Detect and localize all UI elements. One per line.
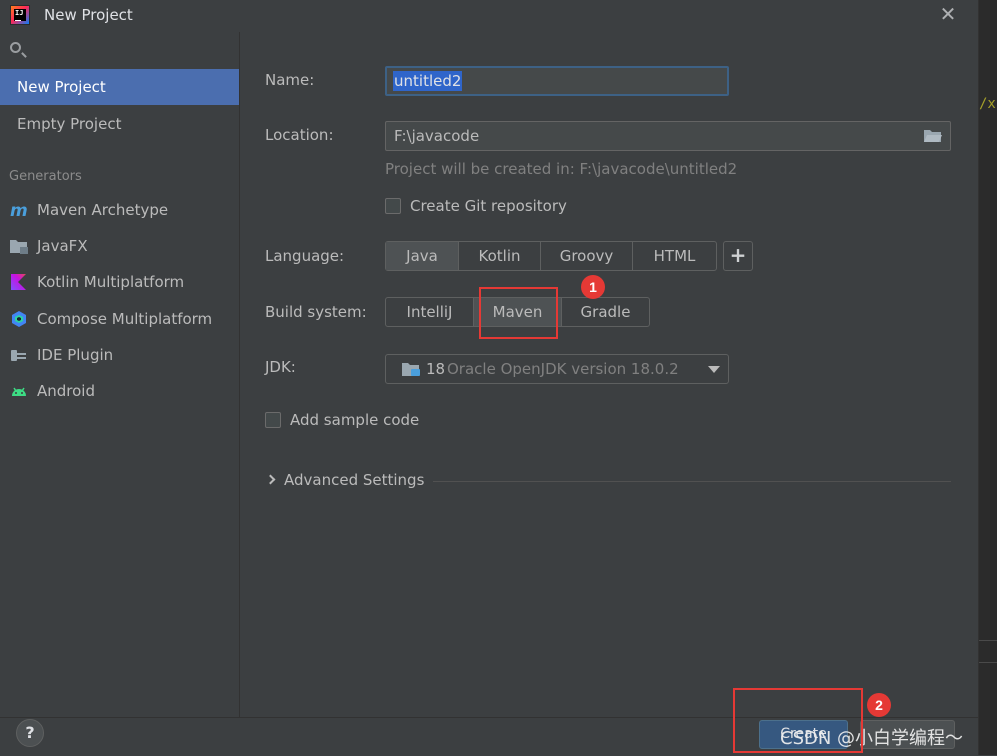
language-option-groovy[interactable]: Groovy	[541, 242, 633, 270]
language-selector: Java Kotlin Groovy HTML	[385, 241, 717, 271]
android-icon	[12, 387, 26, 396]
annotation-badge-1: 1	[581, 275, 605, 299]
divider	[433, 481, 951, 482]
javafx-folder-icon	[10, 240, 28, 254]
sidebar-item-label: JavaFX	[37, 237, 88, 255]
sidebar-item-ide-plugin[interactable]: IDE Plugin	[0, 337, 239, 373]
location-field[interactable]: F:\javacode	[385, 121, 951, 151]
add-language-button[interactable]: +	[723, 241, 753, 271]
title-bar	[0, 0, 978, 32]
name-label: Name:	[265, 71, 315, 89]
help-button[interactable]: ?	[16, 719, 44, 747]
build-option-intellij[interactable]: IntelliJ	[386, 298, 474, 326]
location-hint: Project will be created in: F:\javacode\…	[385, 160, 738, 178]
annotation-badge-2: 2	[867, 693, 891, 717]
sidebar-item-label: Empty Project	[17, 115, 122, 133]
sidebar-item-label: Compose Multiplatform	[37, 310, 213, 328]
sidebar-item-android[interactable]: Android	[0, 373, 239, 409]
language-option-html[interactable]: HTML	[633, 242, 716, 270]
jdk-label: JDK:	[265, 358, 296, 376]
svg-text:m: m	[10, 202, 28, 218]
maven-icon: m	[10, 202, 28, 218]
kotlin-icon	[11, 274, 26, 290]
location-label: Location:	[265, 126, 334, 144]
sidebar-item-label: New Project	[17, 78, 106, 96]
language-label: Language:	[265, 247, 345, 265]
editor-code-fragment: /xs	[979, 96, 997, 112]
close-icon[interactable]: ✕	[938, 2, 958, 26]
sidebar-item-compose-multiplatform[interactable]: Compose Multiplatform	[0, 301, 239, 337]
git-checkbox[interactable]	[385, 198, 401, 214]
sidebar-item-maven-archetype[interactable]: m Maven Archetype	[0, 192, 239, 228]
name-value: untitled2	[393, 71, 463, 91]
generators-header: Generators	[9, 169, 82, 184]
folder-browse-icon[interactable]	[924, 129, 942, 143]
intellij-logo-icon: IJ	[10, 5, 30, 25]
window-title: New Project	[44, 6, 133, 24]
build-system-label: Build system:	[265, 303, 367, 321]
background-editor-strip: /xs	[978, 0, 997, 755]
sidebar-item-new-project[interactable]: New Project	[0, 69, 239, 105]
chevron-right-icon	[265, 474, 276, 485]
annotation-box-create	[733, 688, 863, 753]
sidebar-item-label: Android	[37, 382, 95, 400]
search-icon	[10, 42, 21, 53]
language-option-java[interactable]: Java	[386, 242, 459, 270]
language-option-kotlin[interactable]: Kotlin	[459, 242, 541, 270]
sidebar-item-kotlin-multiplatform[interactable]: Kotlin Multiplatform	[0, 264, 239, 300]
build-option-gradle[interactable]: Gradle	[562, 298, 649, 326]
sample-code-label[interactable]: Add sample code	[290, 411, 419, 429]
sidebar-item-label: IDE Plugin	[37, 346, 114, 364]
jdk-dropdown[interactable]: 18 Oracle OpenJDK version 18.0.2	[385, 354, 729, 384]
advanced-settings-toggle[interactable]: Advanced Settings	[265, 468, 951, 494]
location-value: F:\javacode	[394, 127, 480, 145]
sidebar-item-label: Kotlin Multiplatform	[37, 273, 185, 291]
advanced-settings-label: Advanced Settings	[284, 471, 425, 489]
jdk-version: 18	[426, 360, 446, 378]
plugin-icon	[11, 350, 26, 361]
name-field[interactable]: untitled2	[385, 66, 729, 96]
git-checkbox-label[interactable]: Create Git repository	[410, 197, 567, 215]
sidebar-search[interactable]	[0, 32, 239, 68]
jdk-folder-icon	[402, 363, 420, 376]
sidebar-item-label: Maven Archetype	[37, 201, 169, 219]
jdk-description: Oracle OpenJDK version 18.0.2	[447, 360, 679, 378]
chevron-down-icon	[708, 366, 720, 373]
sample-code-checkbox[interactable]	[265, 412, 281, 428]
sidebar-item-empty-project[interactable]: Empty Project	[0, 106, 239, 142]
compose-icon	[12, 311, 26, 327]
annotation-box-maven	[479, 287, 558, 339]
sidebar-item-javafx[interactable]: JavaFX	[0, 228, 239, 264]
